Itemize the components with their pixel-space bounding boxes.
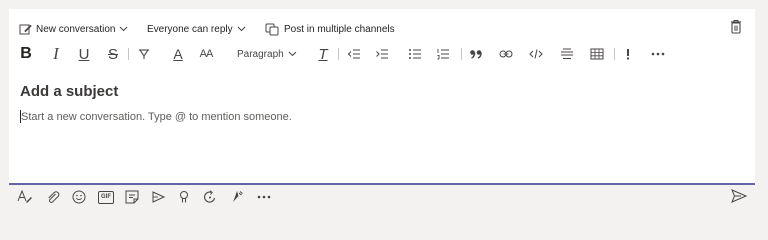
chevron-down-icon (237, 26, 246, 32)
edit-icon (19, 23, 32, 36)
font-color-button[interactable]: A (171, 45, 185, 63)
clear-format-button[interactable]: T (316, 45, 330, 63)
toolbar-divider (128, 48, 129, 60)
link-icon[interactable] (498, 45, 514, 63)
important-icon[interactable] (621, 45, 635, 63)
gif-label: GIF (98, 190, 114, 204)
attach-icon[interactable] (45, 188, 61, 206)
font-size-button[interactable]: AA (197, 45, 215, 63)
strikethrough-button[interactable]: S (106, 45, 120, 63)
bulleted-list-icon[interactable] (407, 45, 423, 63)
reply-setting-label: Everyone can reply (147, 23, 233, 35)
underline-button[interactable]: U (77, 45, 91, 63)
chevron-down-icon (119, 26, 128, 32)
message-extensions-bar: GIF (9, 188, 755, 208)
composer-top-bar: New conversation Everyone can reply Post… (9, 9, 755, 39)
numbered-list-icon[interactable] (435, 45, 451, 63)
paragraph-style-dropdown[interactable]: Paragraph (237, 45, 303, 63)
toolbar-divider (338, 48, 339, 60)
post-multiple-icon (265, 23, 280, 36)
decrease-indent-icon[interactable] (346, 45, 362, 63)
toolbar-divider (461, 48, 462, 60)
post-multiple-label: Post in multiple channels (284, 23, 395, 35)
emoji-icon[interactable] (71, 188, 87, 206)
bold-button[interactable]: B (19, 45, 33, 63)
table-icon[interactable] (589, 45, 605, 63)
more-options-icon[interactable] (650, 45, 666, 63)
subject-input[interactable]: Add a subject (20, 83, 118, 100)
apps-icon[interactable] (229, 188, 245, 206)
new-conversation-dropdown[interactable]: New conversation (19, 21, 128, 37)
sticker-icon[interactable] (124, 188, 140, 206)
message-input[interactable]: Start a new conversation. Type @ to ment… (20, 110, 720, 123)
conversation-composer: New conversation Everyone can reply Post… (9, 9, 755, 185)
increase-indent-icon[interactable] (374, 45, 390, 63)
code-snippet-icon[interactable] (528, 45, 544, 63)
format-icon[interactable] (17, 188, 33, 206)
formatting-toolbar: B I U S A AA Paragraph T (9, 44, 755, 65)
send-icon[interactable] (731, 189, 748, 208)
reply-setting-dropdown[interactable]: Everyone can reply (147, 21, 246, 37)
paragraph-style-label: Paragraph (237, 48, 284, 60)
post-multiple-channels-button[interactable]: Post in multiple channels (265, 21, 395, 37)
message-placeholder: Start a new conversation. Type @ to ment… (21, 110, 292, 123)
praise-icon[interactable] (176, 188, 192, 206)
loop-icon[interactable] (202, 188, 218, 206)
italic-button[interactable]: I (49, 44, 63, 63)
trash-icon[interactable] (729, 19, 743, 35)
gif-icon[interactable]: GIF (97, 188, 115, 206)
horizontal-rule-icon[interactable] (559, 45, 575, 63)
chevron-down-icon (288, 49, 297, 60)
toolbar-divider (614, 48, 615, 60)
highlight-icon[interactable] (136, 45, 152, 63)
new-conversation-label: New conversation (36, 23, 116, 35)
more-options-icon[interactable] (255, 188, 273, 206)
quote-icon[interactable] (468, 45, 484, 63)
meet-now-icon[interactable] (150, 188, 166, 206)
